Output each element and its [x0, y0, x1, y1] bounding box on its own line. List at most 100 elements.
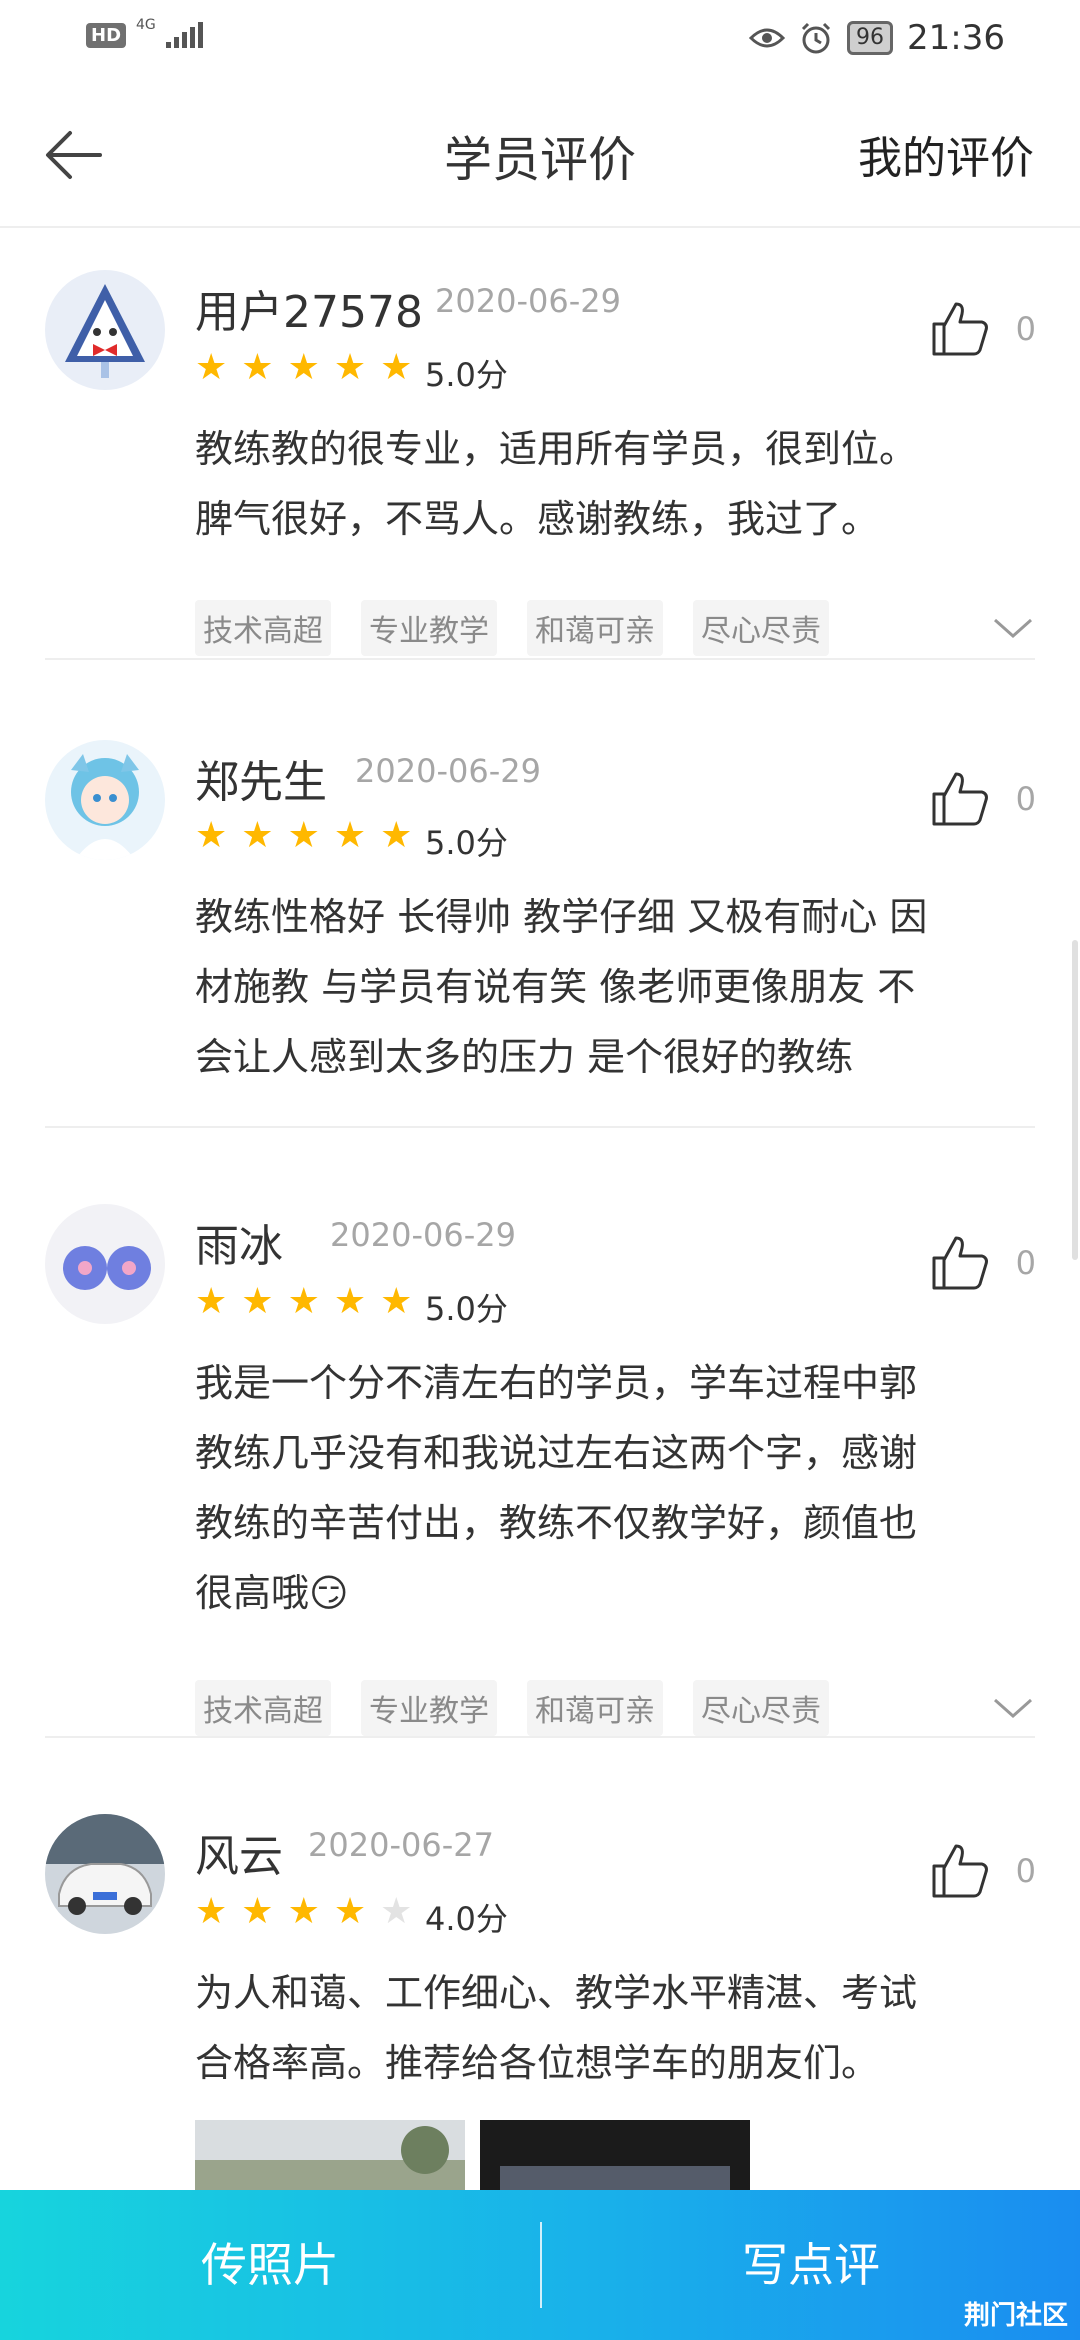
like-count: 0 [1015, 780, 1036, 818]
my-reviews-button[interactable]: 我的评价 [858, 122, 1034, 186]
review-content-line: 教练性格好 长得帅 教学仔细 又极有耐心 因 [195, 895, 928, 939]
avatar-image [63, 1246, 151, 1290]
avatar-image [71, 754, 139, 860]
star-icon: ★ [241, 815, 274, 856]
tag: 和蔼可亲 [527, 600, 663, 656]
upload-photo-button[interactable]: 传照片 [0, 2190, 540, 2340]
signal-icon [165, 22, 203, 48]
review-date: 2020-06-29 [355, 752, 541, 790]
status-bar: HD 4G 96 21:36 [0, 0, 1080, 80]
like-count: 0 [1015, 310, 1036, 348]
review-content-line: 教练的辛苦付出，教练不仅教学好，颜值也 [195, 1501, 918, 1545]
review-item: 雨冰 2020-06-29 ★ ★ ★ ★ ★ 5.0分 0 我是一个分不清左右… [0, 1128, 1080, 1748]
status-right: 96 21:36 [749, 18, 1005, 58]
star-icon: ★ [241, 347, 274, 388]
thumbs-up-icon[interactable] [930, 768, 990, 828]
bottom-action-bar: 传照片 写点评 荆门社区 [0, 2190, 1080, 2340]
review-content-line: 脾气很好，不骂人。感谢教练，我过了。 [195, 497, 880, 541]
review-photo[interactable] [480, 2120, 750, 2190]
star-rating: ★ ★ ★ ★ ★ [195, 350, 412, 386]
hd-badge: HD [86, 22, 127, 48]
star-icon: ★ [195, 347, 228, 388]
star-icon: ★ [195, 1891, 228, 1932]
tag: 技术高超 [195, 1680, 331, 1736]
star-icon: ★ [195, 815, 228, 856]
review-content-line: 很高哦😏 [195, 1571, 349, 1615]
chevron-down-icon[interactable] [991, 1692, 1035, 1722]
review-tags: 技术高超 专业教学 和蔼可亲 尽心尽责 [195, 1680, 829, 1736]
star-rating: ★ ★ ★ ★ ★ [195, 1284, 412, 1320]
rating-score: 4.0分 [425, 1900, 508, 1938]
review-content-line: 教练几乎没有和我说过左右这两个字，感谢 [195, 1431, 918, 1475]
star-icon: ★ [287, 1281, 320, 1322]
review-content-line: 我是一个分不清左右的学员，学车过程中郭 [195, 1361, 918, 1405]
rating-score: 5.0分 [425, 1290, 508, 1328]
review-content: 为人和蔼、工作细心、教学水平精湛、考试 合格率高。推荐给各位想学车的朋友们。 [195, 1958, 1025, 2098]
star-icon: ★ [333, 1891, 367, 1932]
rating-score: 5.0分 [425, 356, 508, 394]
star-icon: ★ [333, 815, 367, 856]
review-content-line: 合格率高。推荐给各位想学车的朋友们。 [195, 2041, 880, 2085]
star-icon: ★ [287, 1891, 320, 1932]
thumbs-up-icon[interactable] [930, 1232, 990, 1292]
review-photo[interactable] [195, 2120, 465, 2190]
reviewer-name: 雨冰 [195, 1221, 283, 1272]
thumbs-up-icon[interactable] [930, 298, 990, 358]
review-content: 教练教的很专业，适用所有学员，很到位。 脾气很好，不骂人。感谢教练，我过了。 [195, 414, 1025, 554]
like-count: 0 [1015, 1852, 1036, 1890]
review-date: 2020-06-29 [435, 282, 621, 320]
reviewer-name: 用户27578 [195, 287, 423, 338]
thumbs-up-icon[interactable] [930, 1840, 990, 1900]
tag: 专业教学 [361, 600, 497, 656]
reviewer-name: 郑先生 [195, 757, 327, 808]
review-content-line: 为人和蔼、工作细心、教学水平精湛、考试 [195, 1971, 918, 2015]
star-icon: ★ [195, 1281, 228, 1322]
review-content-line: 教练教的很专业，适用所有学员，很到位。 [195, 427, 918, 471]
reviewer-name: 风云 [195, 1831, 283, 1882]
review-content-line: 材施教 与学员有说有笑 像老师更像朋友 不 [195, 965, 916, 1009]
avatar[interactable] [45, 270, 165, 390]
network-label: 4G [136, 17, 156, 33]
review-date: 2020-06-27 [308, 1826, 494, 1864]
star-icon: ★ [287, 815, 320, 856]
eye-icon [749, 28, 786, 48]
review-content-line: 会让人感到太多的压力 是个很好的教练 [195, 1035, 854, 1079]
avatar[interactable] [45, 1814, 165, 1934]
star-rating: ★ ★ ★ ★ ★ [195, 818, 412, 854]
review-date: 2020-06-29 [330, 1216, 516, 1254]
tag: 尽心尽责 [693, 1680, 829, 1736]
review-tags: 技术高超 专业教学 和蔼可亲 尽心尽责 [195, 600, 829, 656]
alarm-icon [801, 22, 831, 54]
review-content: 我是一个分不清左右的学员，学车过程中郭 教练几乎没有和我说过左右这两个字，感谢 … [195, 1348, 1025, 1628]
status-left: HD 4G [86, 17, 203, 48]
star-icon: ★ [333, 1281, 367, 1322]
star-icon: ★ [287, 347, 320, 388]
star-icon: ★ [380, 347, 413, 388]
rating-score: 5.0分 [425, 824, 508, 862]
chevron-down-icon[interactable] [991, 612, 1035, 642]
review-item: 用户27578 2020-06-29 ★ ★ ★ ★ ★ 5.0分 0 教练教的… [0, 226, 1080, 660]
avatar-image [45, 1814, 165, 1915]
star-icon: ★ [333, 347, 367, 388]
avatar[interactable] [45, 1204, 165, 1324]
review-item: 风云 2020-06-27 ★ ★ ★ ★ ★ 4.0分 0 为人和蔼、工作细心… [0, 1740, 1080, 2190]
tag: 尽心尽责 [693, 600, 829, 656]
star-icon: ★ [380, 815, 413, 856]
star-icon: ★ [241, 1281, 274, 1322]
divider [45, 1736, 1035, 1738]
like-count: 0 [1015, 1244, 1036, 1282]
scrollbar[interactable] [1072, 940, 1078, 1260]
star-icon: ★ [380, 1281, 413, 1322]
watermark: 荆门社区 [963, 2301, 1068, 2331]
battery-indicator: 96 [847, 21, 894, 55]
clock: 21:36 [907, 18, 1005, 58]
tag: 技术高超 [195, 600, 331, 656]
star-rating: ★ ★ ★ ★ ★ [195, 1894, 412, 1930]
review-item: 郑先生 2020-06-29 ★ ★ ★ ★ ★ 5.0分 0 教练性格好 长得… [0, 660, 1080, 1130]
star-icon: ★ [380, 1891, 413, 1932]
avatar-image [65, 284, 145, 378]
avatar[interactable] [45, 740, 165, 860]
star-icon: ★ [241, 1891, 274, 1932]
review-content: 教练性格好 长得帅 教学仔细 又极有耐心 因 材施教 与学员有说有笑 像老师更像… [195, 882, 1025, 1092]
tag: 和蔼可亲 [527, 1680, 663, 1736]
